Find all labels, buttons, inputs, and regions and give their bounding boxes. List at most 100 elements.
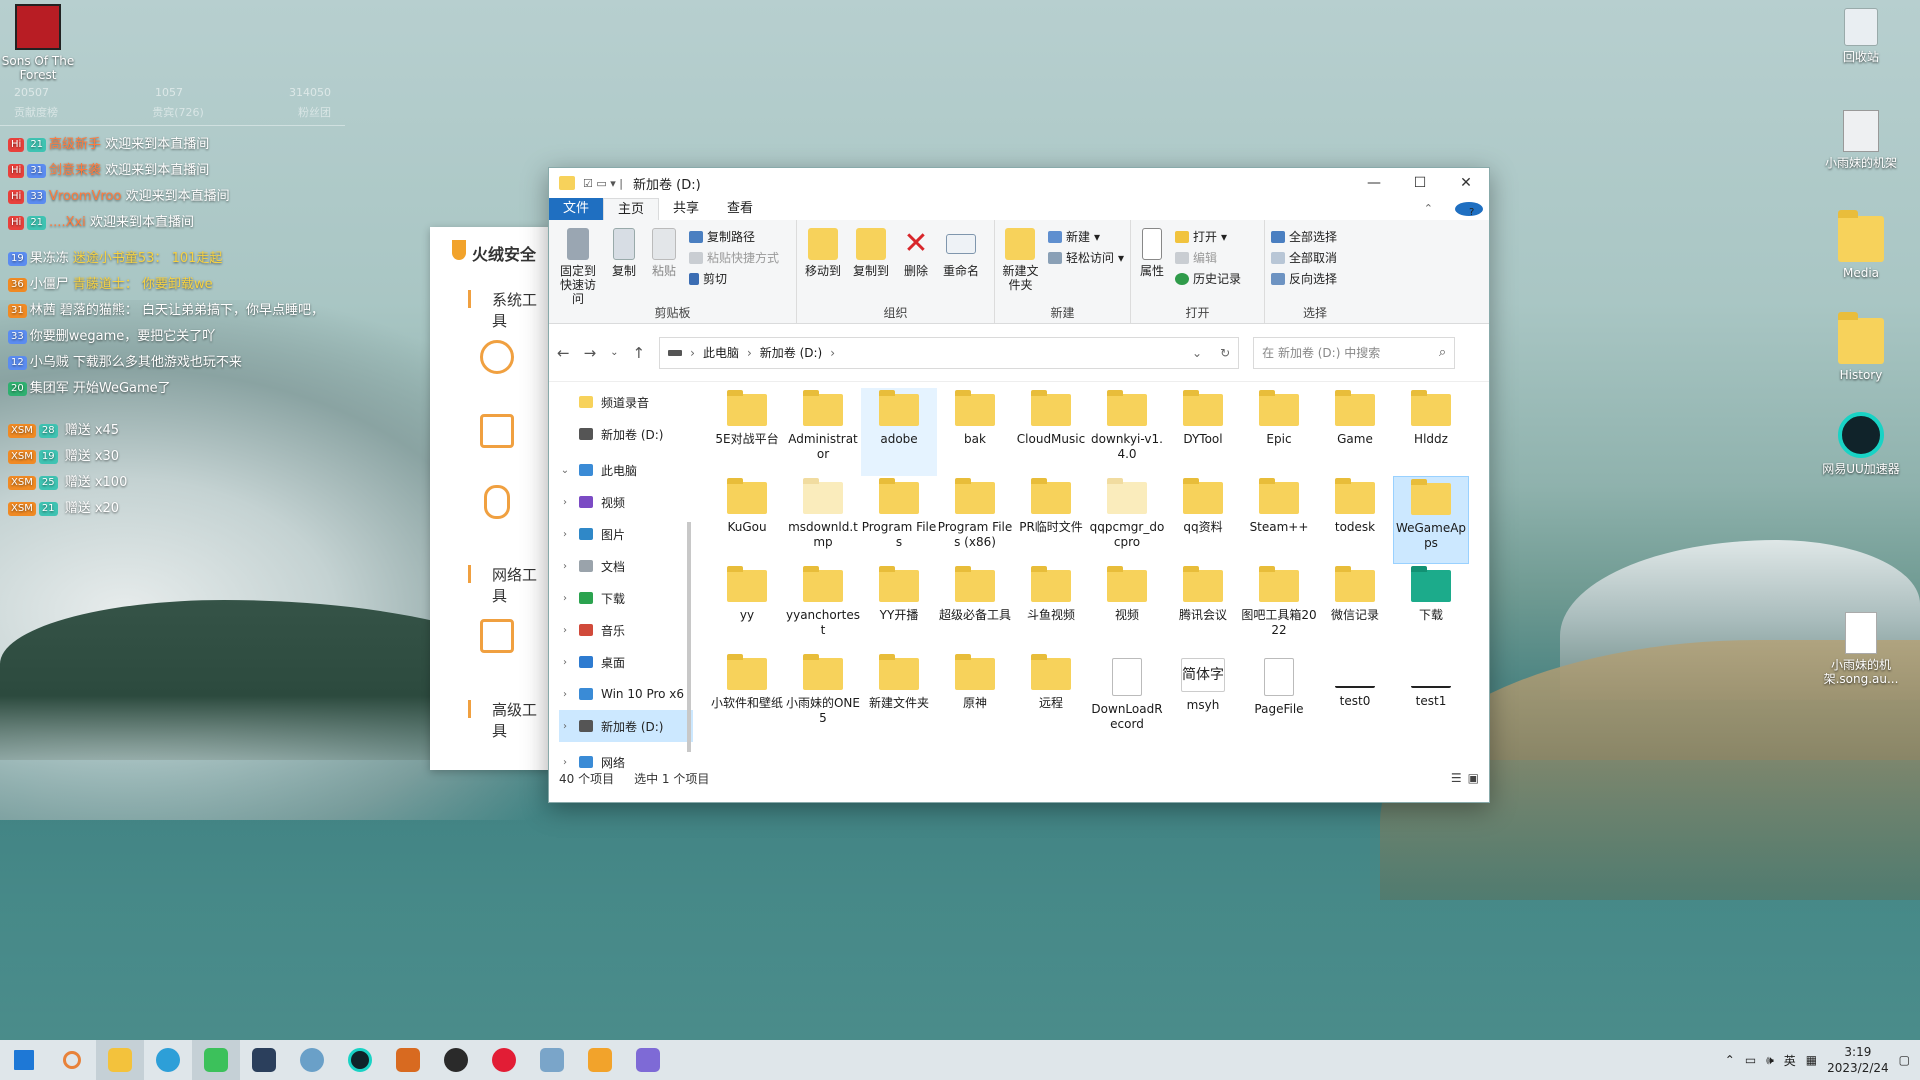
taskbar-app-dark[interactable] bbox=[240, 1040, 288, 1080]
notification-icon[interactable]: ▢ bbox=[1899, 1053, 1910, 1067]
taskbar-settings[interactable] bbox=[288, 1040, 336, 1080]
file-item[interactable]: Epic bbox=[1241, 388, 1317, 476]
tab-home[interactable]: 主页 bbox=[603, 198, 660, 220]
trash-icon[interactable] bbox=[480, 414, 514, 448]
file-item[interactable]: 下载 bbox=[1393, 564, 1469, 652]
nav-expand-chevron-icon[interactable]: › bbox=[559, 497, 571, 508]
nav-item[interactable]: › 文档 bbox=[559, 550, 693, 582]
file-grid[interactable]: 5E对战平台 Administrator adobe bak CloudMusic dow… bbox=[693, 382, 1489, 768]
file-explorer-window[interactable]: ☑ ▭ ▾ | 新加卷 (D:) — ☐ ✕ 文件 主页 共享 查看 ⌃ ? 固… bbox=[548, 167, 1490, 803]
nav-item[interactable]: › 视频 bbox=[559, 486, 693, 518]
nav-scrollbar-thumb[interactable] bbox=[687, 522, 691, 752]
easy-access-button[interactable]: 轻松访问 ▾ bbox=[1047, 249, 1124, 266]
file-item[interactable]: 微信记录 bbox=[1317, 564, 1393, 652]
navigation-pane[interactable]: 频道录音 新加卷 (D:) ⌄ 此电脑 › 视频 › 图片 › 文档 › 下载 › 音乐 › 桌面 › Win 1… bbox=[549, 382, 693, 770]
tab-share[interactable]: 共享 bbox=[659, 198, 713, 220]
forward-arrow-icon[interactable]: → bbox=[584, 344, 597, 362]
nav-expand-chevron-icon[interactable]: › bbox=[559, 593, 571, 604]
file-item[interactable]: 腾讯会议 bbox=[1165, 564, 1241, 652]
huorong-window[interactable]: 火绒安全 系统工具 网络工具 高级工具 bbox=[430, 227, 550, 770]
select-none-button[interactable]: 全部取消 bbox=[1271, 249, 1337, 266]
file-item[interactable]: Program Files bbox=[861, 476, 937, 564]
file-item[interactable]: test1 bbox=[1393, 652, 1469, 740]
file-item[interactable]: WeGameApps bbox=[1393, 476, 1469, 564]
taskbar-search[interactable] bbox=[48, 1040, 96, 1080]
nav-item[interactable]: 频道录音 bbox=[559, 386, 693, 418]
taskbar-edge[interactable] bbox=[144, 1040, 192, 1080]
nav-expand-chevron-icon[interactable]: › bbox=[559, 657, 571, 668]
nav-item[interactable]: › 新加卷 (D:) bbox=[559, 710, 693, 742]
desktop-icon-rack-song[interactable]: 小雨妹的机架.song.au... bbox=[1818, 612, 1904, 686]
address-bar[interactable]: › 此电脑 › 新加卷 (D:) › ⌄ ↻ bbox=[659, 336, 1240, 369]
file-item[interactable]: adobe bbox=[861, 388, 937, 476]
invert-selection-button[interactable]: 反向选择 bbox=[1271, 270, 1337, 287]
file-item[interactable]: Administrator bbox=[785, 388, 861, 476]
file-item[interactable]: 图吧工具箱2022 bbox=[1241, 564, 1317, 652]
ribbon-collapse-icon[interactable]: ⌃ bbox=[1410, 198, 1447, 220]
taskbar-huorong[interactable] bbox=[576, 1040, 624, 1080]
title-bar[interactable]: ☑ ▭ ▾ | 新加卷 (D:) — ☐ ✕ bbox=[549, 168, 1489, 198]
nav-expand-chevron-icon[interactable]: › bbox=[559, 757, 571, 768]
nav-item[interactable]: › 网络 bbox=[559, 746, 693, 778]
taskbar-app-purple[interactable] bbox=[624, 1040, 672, 1080]
file-item[interactable]: 简体字 msyh bbox=[1165, 652, 1241, 740]
file-item[interactable]: msdownld.tmp bbox=[785, 476, 861, 564]
open-button[interactable]: 打开 ▾ bbox=[1175, 228, 1241, 245]
file-item[interactable]: yyanchortest bbox=[785, 564, 861, 652]
file-item[interactable]: 远程 bbox=[1013, 652, 1089, 740]
desktop-icon-rack[interactable]: 小雨妹的机架 bbox=[1818, 110, 1904, 170]
volume-icon[interactable]: 🕪 bbox=[1766, 1053, 1774, 1068]
taskbar-wechat[interactable] bbox=[192, 1040, 240, 1080]
refresh-icon[interactable]: ↻ bbox=[1220, 346, 1230, 360]
file-item[interactable]: qqpcmgr_docpro bbox=[1089, 476, 1165, 564]
chat-tab-vip[interactable]: 贵宾(726) bbox=[152, 104, 204, 125]
maximize-button[interactable]: ☐ bbox=[1397, 175, 1443, 191]
file-item[interactable]: todesk bbox=[1317, 476, 1393, 564]
taskbar-uu[interactable] bbox=[336, 1040, 384, 1080]
nav-item[interactable]: › 音乐 bbox=[559, 614, 693, 646]
close-button[interactable]: ✕ bbox=[1443, 175, 1489, 191]
select-all-button[interactable]: 全部选择 bbox=[1271, 228, 1337, 245]
tab-file[interactable]: 文件 bbox=[549, 198, 604, 220]
file-item[interactable]: Steam++ bbox=[1241, 476, 1317, 564]
nav-expand-chevron-icon[interactable]: › bbox=[559, 721, 571, 732]
history-button[interactable]: 历史记录 bbox=[1175, 270, 1241, 287]
taskbar-file-explorer[interactable] bbox=[96, 1040, 144, 1080]
taskbar-app-orange[interactable] bbox=[384, 1040, 432, 1080]
taskbar-app-obs[interactable] bbox=[432, 1040, 480, 1080]
taskbar-netease-music[interactable] bbox=[480, 1040, 528, 1080]
search-input[interactable]: 在 新加卷 (D:) 中搜索 ⌕ bbox=[1253, 336, 1456, 369]
plus-box-icon[interactable] bbox=[480, 619, 514, 653]
mouse-icon[interactable] bbox=[484, 485, 510, 519]
clock[interactable]: 3:19 2023/2/24 bbox=[1827, 1044, 1889, 1076]
file-item[interactable]: 5E对战平台 bbox=[709, 388, 785, 476]
file-item[interactable]: yy bbox=[709, 564, 785, 652]
file-item[interactable]: 视频 bbox=[1089, 564, 1165, 652]
tray-chevron-icon[interactable]: ⌃ bbox=[1725, 1053, 1735, 1067]
breadcrumb-this-pc[interactable]: 此电脑 bbox=[703, 344, 739, 361]
breadcrumb-drive-d[interactable]: 新加卷 (D:) bbox=[760, 344, 822, 361]
recent-locations-chevron-icon[interactable]: ⌄ bbox=[610, 347, 618, 358]
address-dropdown-icon[interactable]: ⌄ bbox=[1192, 346, 1202, 360]
desktop-icon-recycle-bin[interactable]: 回收站 bbox=[1818, 8, 1904, 64]
network-icon[interactable]: ▭ bbox=[1745, 1053, 1756, 1067]
nav-expand-chevron-icon[interactable]: › bbox=[559, 529, 571, 540]
file-item[interactable]: qq资料 bbox=[1165, 476, 1241, 564]
file-item[interactable]: Game bbox=[1317, 388, 1393, 476]
chat-tab-contribution[interactable]: 贡献度榜 bbox=[14, 104, 58, 125]
desktop-icon-uu-accelerator[interactable]: 网易UU加速器 bbox=[1818, 412, 1904, 476]
refresh-icon[interactable] bbox=[480, 340, 514, 374]
copy-path-button[interactable]: 复制路径 bbox=[689, 228, 779, 245]
chat-tabs[interactable]: 贡献度榜 贵宾(726) 粉丝团 bbox=[0, 104, 345, 126]
file-item[interactable]: YY开播 bbox=[861, 564, 937, 652]
minimize-button[interactable]: — bbox=[1351, 175, 1397, 191]
file-item[interactable]: bak bbox=[937, 388, 1013, 476]
file-item[interactable]: 小软件和壁纸 bbox=[709, 652, 785, 740]
huorong-system-tools[interactable]: 系统工具 bbox=[492, 289, 550, 331]
details-view-icon[interactable]: ☰ bbox=[1451, 771, 1462, 785]
file-item[interactable]: DownLoadRecord bbox=[1089, 652, 1165, 740]
file-item[interactable]: KuGou bbox=[709, 476, 785, 564]
nav-expand-chevron-icon[interactable]: › bbox=[559, 689, 571, 700]
file-item[interactable]: downkyi-v1.4.0 bbox=[1089, 388, 1165, 476]
file-item[interactable]: Hlddz bbox=[1393, 388, 1469, 476]
